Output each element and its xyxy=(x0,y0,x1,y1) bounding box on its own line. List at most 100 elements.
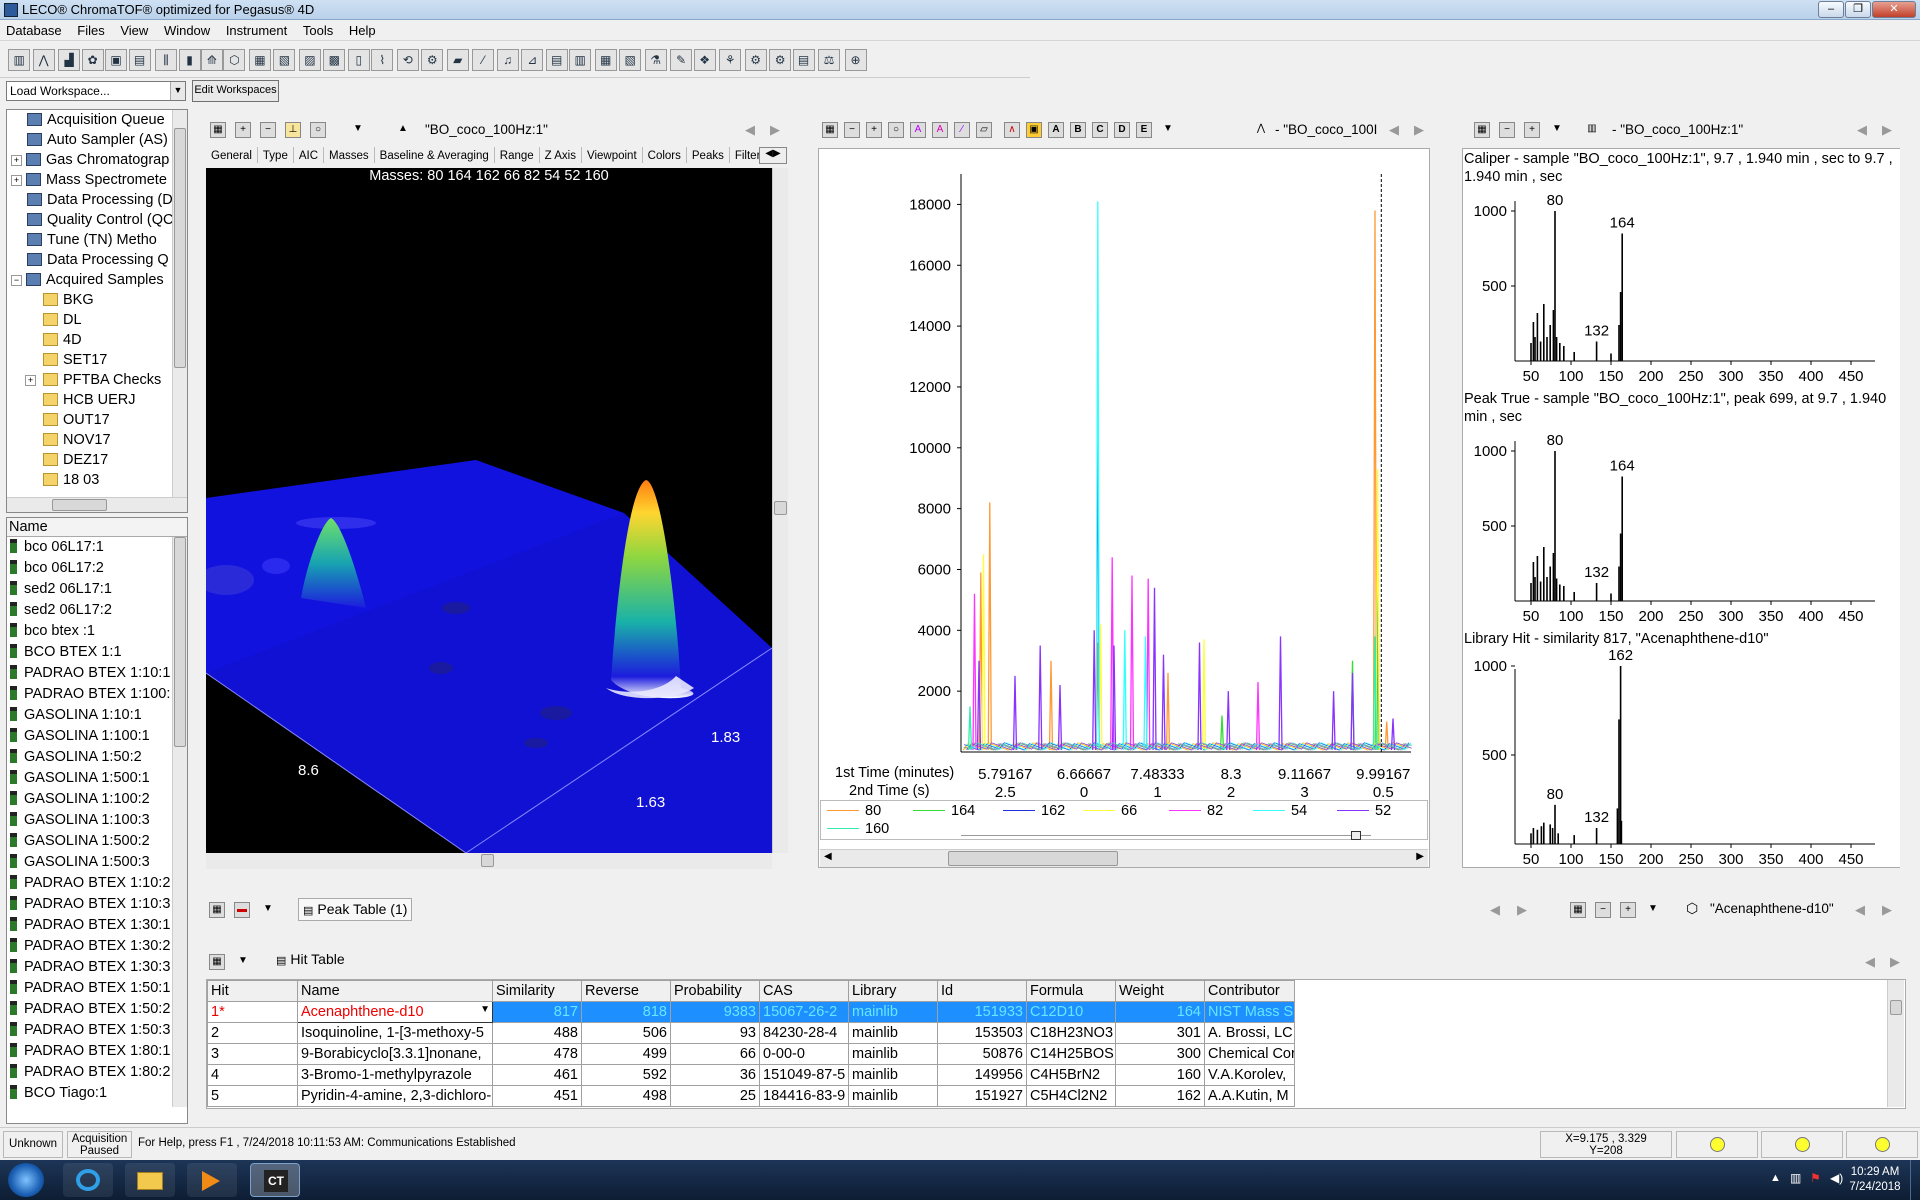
mark-peaks-icon[interactable]: ⁄ xyxy=(954,122,970,138)
sample-list-item[interactable]: GASOLINA 1:100:1 xyxy=(10,726,187,747)
tab-next-icon[interactable]: ▶ xyxy=(770,122,780,138)
load-workspace-combo[interactable]: Load Workspace... ▼ xyxy=(6,81,186,101)
toolbar-button-21-icon[interactable]: ♫ xyxy=(496,49,519,71)
chevron-down-icon[interactable]: ▼ xyxy=(480,1004,490,1015)
folder-item[interactable]: OUT17 xyxy=(7,410,187,430)
toolbar-button-13-icon[interactable]: ▨ xyxy=(298,49,321,71)
surface-tab-8[interactable]: Colors xyxy=(643,147,687,163)
toolbar-button-2-icon[interactable]: ⋀ xyxy=(32,49,55,71)
folder-item[interactable]: 4D xyxy=(7,330,187,350)
clock[interactable]: 10:29 AM 7/24/2018 xyxy=(1845,1165,1905,1195)
column-header[interactable]: Name xyxy=(297,980,493,1002)
zoom-out-icon[interactable]: − xyxy=(1499,122,1515,138)
folder-item[interactable]: NOV17 xyxy=(7,430,187,450)
tab-next-icon[interactable]: ▶ xyxy=(1517,902,1527,918)
menu-window[interactable]: Window xyxy=(158,21,216,38)
zoom-in-icon[interactable]: + xyxy=(235,122,251,138)
dropdown-icon[interactable]: ▼ xyxy=(350,122,366,138)
tree-item[interactable]: Auto Sampler (AS) xyxy=(7,130,187,150)
toolbar-button-14-icon[interactable]: ▩ xyxy=(323,49,346,71)
scroll-left-icon[interactable]: ◀ xyxy=(824,851,832,862)
surface-tab-9[interactable]: Peaks xyxy=(687,147,730,163)
save-icon[interactable]: ▦ xyxy=(210,122,226,138)
toolbar-button-33-icon[interactable]: ▤ xyxy=(792,49,815,71)
sample-list-item[interactable]: GASOLINA 1:100:3 xyxy=(10,810,187,831)
tab-hit-table[interactable]: ▤ Hit Table xyxy=(272,949,349,972)
table-row[interactable]: 1* Acenaphthene-d10 ▼ 817 818 9383 15067-26-2 m… xyxy=(207,1001,1295,1023)
tab-next-icon[interactable]: ▶ xyxy=(1890,954,1900,970)
dropdown-icon[interactable]: ▼ xyxy=(1645,902,1661,918)
tree-item[interactable]: Acquisition Queue xyxy=(7,110,187,130)
toolbar-button-17-icon[interactable]: ⟲ xyxy=(396,49,419,71)
save-icon[interactable]: ▦ xyxy=(209,954,225,970)
toolbar-button-19-icon[interactable]: ▰ xyxy=(446,49,469,71)
internet-explorer-icon[interactable] xyxy=(63,1163,113,1197)
surface-tab-5[interactable]: Range xyxy=(495,147,540,163)
surface-tab-7[interactable]: Viewpoint xyxy=(582,147,643,163)
view-e-icon[interactable]: E xyxy=(1136,122,1152,138)
sample-list-item[interactable]: PADRAO BTEX 1:30:3 xyxy=(10,957,187,978)
chromatogram-chart[interactable]: 2000400060008000100001200014000160001800… xyxy=(819,149,1429,869)
toolbar-button-30-icon[interactable]: ⚘ xyxy=(719,49,742,71)
toolbar-button-31-icon[interactable]: ⚙ xyxy=(744,49,767,71)
view-c-icon[interactable]: C xyxy=(1092,122,1108,138)
toolbar-button-34-icon[interactable]: ⚖ xyxy=(818,49,841,71)
column-header[interactable]: Weight xyxy=(1115,980,1205,1002)
tab-prev-icon[interactable]: ◀ xyxy=(745,122,755,138)
sample-list-item[interactable]: PADRAO BTEX 1:80:2 xyxy=(10,1062,187,1083)
minimize-button[interactable]: – xyxy=(1818,1,1844,18)
column-header[interactable]: Probability xyxy=(670,980,760,1002)
network-icon[interactable]: ▥ xyxy=(1790,1171,1801,1185)
toolbar-button-8-icon[interactable]: ▮ xyxy=(178,49,201,71)
sample-list-header[interactable]: Name xyxy=(7,518,187,537)
sample-list-item[interactable]: PADRAO BTEX 1:30:2 xyxy=(10,936,187,957)
sample-list-item[interactable]: GASOLINA 1:10:1 xyxy=(10,705,187,726)
folder-item[interactable]: BKG xyxy=(7,290,187,310)
surface-vscroll[interactable] xyxy=(772,168,788,853)
toolbar-button-6-icon[interactable]: ▤ xyxy=(128,49,151,71)
save-icon[interactable]: ▦ xyxy=(1570,902,1586,918)
view-a-icon[interactable]: A xyxy=(1048,122,1064,138)
chromatogram-hscroll[interactable]: ◀ ▶ xyxy=(820,849,1428,867)
tree-item[interactable]: Data Processing (D xyxy=(7,190,187,210)
toolbar-button-24-icon[interactable]: ▥ xyxy=(569,49,592,71)
menu-view[interactable]: View xyxy=(114,21,154,38)
hit-table-vscroll[interactable] xyxy=(1887,980,1904,1107)
toolbar-button-32-icon[interactable]: ⚙ xyxy=(769,49,792,71)
file-explorer-icon[interactable] xyxy=(125,1163,175,1197)
close-button[interactable]: ✕ xyxy=(1872,1,1916,18)
library-hit-spectrum-chart[interactable]: 1000 500 50 100 150 200 250 300 350 400 450 162 80 13… xyxy=(1463,629,1903,869)
expand-icon[interactable]: + xyxy=(25,375,36,386)
sample-list-item[interactable]: GASOLINA 1:100:2 xyxy=(10,789,187,810)
flag-icon[interactable]: ⚑ xyxy=(1810,1171,1821,1185)
scroll-right-icon[interactable]: ▶ xyxy=(1416,851,1424,862)
toolbar-button-15-icon[interactable]: ▯ xyxy=(347,49,370,71)
sample-list-item[interactable]: BCO BTEX 1:1 xyxy=(10,642,187,663)
toolbar-button-23-icon[interactable]: ▤ xyxy=(545,49,568,71)
sample-list-item[interactable]: PADRAO BTEX 1:50:3 xyxy=(10,1020,187,1041)
zoom-out-icon[interactable]: − xyxy=(844,122,860,138)
sample-list-item[interactable]: bco 06L17:1 xyxy=(10,537,187,558)
zoom-in-icon[interactable]: + xyxy=(1620,902,1636,918)
zoom-reset-icon[interactable]: ○ xyxy=(888,122,904,138)
show-desktop-button[interactable] xyxy=(1910,1160,1920,1200)
expand-icon[interactable]: + xyxy=(11,175,22,186)
column-header[interactable]: CAS xyxy=(759,980,849,1002)
tab-peak-table[interactable]: ▤ Peak Table (1) xyxy=(298,898,413,921)
folder-item[interactable]: DEZ17 xyxy=(7,450,187,470)
toolbar-button-27-icon[interactable]: ⚗ xyxy=(644,49,667,71)
surface-tab-0[interactable]: General xyxy=(206,147,258,163)
save-icon[interactable]: ▦ xyxy=(1474,122,1490,138)
tab-prev-icon[interactable]: ◀ xyxy=(1855,902,1865,918)
range-bar[interactable] xyxy=(961,831,1371,841)
sample-list-item[interactable]: PADRAO BTEX 1:50:1 xyxy=(10,978,187,999)
tab-next-icon[interactable]: ▶ xyxy=(1882,902,1892,918)
baseline-icon[interactable]: ▱ xyxy=(976,122,992,138)
sample-list-item[interactable]: PADRAO BTEX 1:10:3 xyxy=(10,894,187,915)
tab-prev-icon[interactable]: ◀ xyxy=(1389,122,1399,138)
column-header[interactable]: Library xyxy=(848,980,938,1002)
toolbar-button-28-icon[interactable]: ✎ xyxy=(670,49,693,71)
column-header[interactable]: Reverse xyxy=(581,980,671,1002)
toolbar-button-22-icon[interactable]: ⊿ xyxy=(521,49,544,71)
dropdown-icon[interactable]: ▼ xyxy=(235,954,251,970)
